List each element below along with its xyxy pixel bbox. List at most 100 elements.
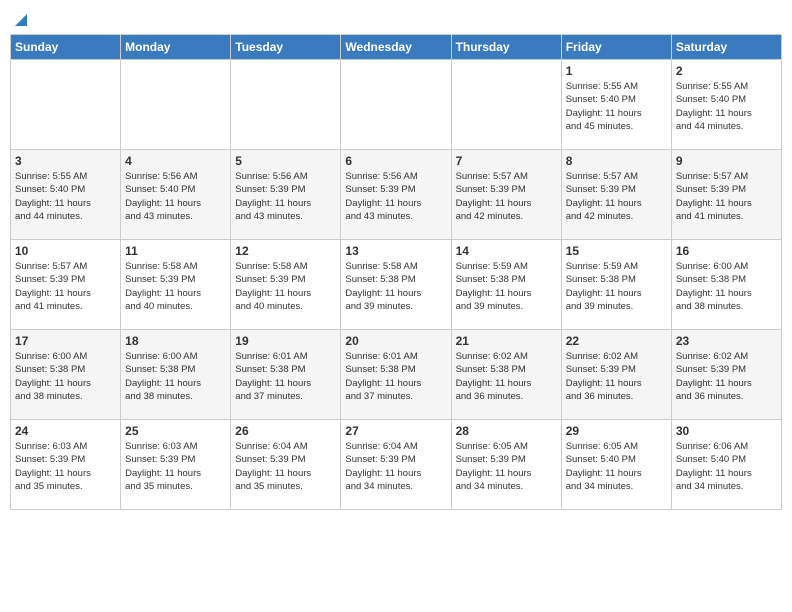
day-number: 21 bbox=[456, 334, 557, 348]
calendar-cell: 2 Sunrise: 5:55 AM Sunset: 5:40 PM Daylig… bbox=[671, 60, 781, 150]
calendar-cell: 10 Sunrise: 5:57 AM Sunset: 5:39 PM Dayli… bbox=[11, 240, 121, 330]
day-number: 20 bbox=[345, 334, 446, 348]
day-number: 25 bbox=[125, 424, 226, 438]
day-number: 18 bbox=[125, 334, 226, 348]
calendar-cell: 26 Sunrise: 6:04 AM Sunset: 5:39 PM Dayli… bbox=[231, 420, 341, 510]
day-number: 16 bbox=[676, 244, 777, 258]
calendar-table: SundayMondayTuesdayWednesdayThursdayFrid… bbox=[10, 34, 782, 510]
weekday-header-monday: Monday bbox=[121, 35, 231, 60]
day-number: 1 bbox=[566, 64, 667, 78]
day-number: 9 bbox=[676, 154, 777, 168]
day-number: 22 bbox=[566, 334, 667, 348]
day-number: 27 bbox=[345, 424, 446, 438]
day-info: Sunrise: 5:56 AM Sunset: 5:40 PM Dayligh… bbox=[125, 170, 226, 223]
day-number: 26 bbox=[235, 424, 336, 438]
calendar-cell bbox=[341, 60, 451, 150]
day-number: 10 bbox=[15, 244, 116, 258]
calendar-cell: 25 Sunrise: 6:03 AM Sunset: 5:39 PM Dayli… bbox=[121, 420, 231, 510]
day-number: 13 bbox=[345, 244, 446, 258]
day-info: Sunrise: 5:55 AM Sunset: 5:40 PM Dayligh… bbox=[566, 80, 667, 133]
page-header bbox=[10, 10, 782, 28]
calendar-week-row: 17 Sunrise: 6:00 AM Sunset: 5:38 PM Dayli… bbox=[11, 330, 782, 420]
calendar-cell: 24Sunrise: 6:03 AM Sunset: 5:39 PM Dayli… bbox=[11, 420, 121, 510]
day-number: 17 bbox=[15, 334, 116, 348]
calendar-cell: 28Sunrise: 6:05 AM Sunset: 5:39 PM Dayli… bbox=[451, 420, 561, 510]
day-info: Sunrise: 5:58 AM Sunset: 5:38 PM Dayligh… bbox=[345, 260, 446, 313]
day-number: 11 bbox=[125, 244, 226, 258]
calendar-cell: 3 Sunrise: 5:55 AM Sunset: 5:40 PM Daylig… bbox=[11, 150, 121, 240]
day-info: Sunrise: 6:03 AM Sunset: 5:39 PM Dayligh… bbox=[125, 440, 226, 493]
day-info: Sunrise: 5:59 AM Sunset: 5:38 PM Dayligh… bbox=[566, 260, 667, 313]
calendar-cell: 6 Sunrise: 5:56 AM Sunset: 5:39 PM Daylig… bbox=[341, 150, 451, 240]
day-info: Sunrise: 5:55 AM Sunset: 5:40 PM Dayligh… bbox=[15, 170, 116, 223]
day-info: Sunrise: 5:59 AM Sunset: 5:38 PM Dayligh… bbox=[456, 260, 557, 313]
day-info: Sunrise: 6:00 AM Sunset: 5:38 PM Dayligh… bbox=[15, 350, 116, 403]
day-number: 29 bbox=[566, 424, 667, 438]
day-number: 5 bbox=[235, 154, 336, 168]
day-info: Sunrise: 6:02 AM Sunset: 5:39 PM Dayligh… bbox=[566, 350, 667, 403]
calendar-cell: 13 Sunrise: 5:58 AM Sunset: 5:38 PM Dayli… bbox=[341, 240, 451, 330]
calendar-cell bbox=[231, 60, 341, 150]
day-info: Sunrise: 6:03 AM Sunset: 5:39 PM Dayligh… bbox=[15, 440, 116, 493]
weekday-header-saturday: Saturday bbox=[671, 35, 781, 60]
day-number: 4 bbox=[125, 154, 226, 168]
calendar-cell: 21Sunrise: 6:02 AM Sunset: 5:38 PM Dayli… bbox=[451, 330, 561, 420]
day-number: 15 bbox=[566, 244, 667, 258]
calendar-cell: 1 Sunrise: 5:55 AM Sunset: 5:40 PM Daylig… bbox=[561, 60, 671, 150]
calendar-cell: 19 Sunrise: 6:01 AM Sunset: 5:38 PM Dayli… bbox=[231, 330, 341, 420]
day-number: 28 bbox=[456, 424, 557, 438]
day-info: Sunrise: 5:55 AM Sunset: 5:40 PM Dayligh… bbox=[676, 80, 777, 133]
calendar-cell: 14 Sunrise: 5:59 AM Sunset: 5:38 PM Dayli… bbox=[451, 240, 561, 330]
day-number: 7 bbox=[456, 154, 557, 168]
calendar-cell: 20 Sunrise: 6:01 AM Sunset: 5:38 PM Dayli… bbox=[341, 330, 451, 420]
day-info: Sunrise: 6:06 AM Sunset: 5:40 PM Dayligh… bbox=[676, 440, 777, 493]
calendar-cell: 27 Sunrise: 6:04 AM Sunset: 5:39 PM Dayli… bbox=[341, 420, 451, 510]
day-info: Sunrise: 6:04 AM Sunset: 5:39 PM Dayligh… bbox=[235, 440, 336, 493]
day-number: 14 bbox=[456, 244, 557, 258]
day-number: 8 bbox=[566, 154, 667, 168]
calendar-cell: 9 Sunrise: 5:57 AM Sunset: 5:39 PM Daylig… bbox=[671, 150, 781, 240]
calendar-cell: 4 Sunrise: 5:56 AM Sunset: 5:40 PM Daylig… bbox=[121, 150, 231, 240]
calendar-header-row: SundayMondayTuesdayWednesdayThursdayFrid… bbox=[11, 35, 782, 60]
logo bbox=[10, 16, 27, 28]
day-number: 2 bbox=[676, 64, 777, 78]
weekday-header-tuesday: Tuesday bbox=[231, 35, 341, 60]
day-info: Sunrise: 5:57 AM Sunset: 5:39 PM Dayligh… bbox=[676, 170, 777, 223]
day-info: Sunrise: 5:57 AM Sunset: 5:39 PM Dayligh… bbox=[15, 260, 116, 313]
day-info: Sunrise: 5:58 AM Sunset: 5:39 PM Dayligh… bbox=[125, 260, 226, 313]
weekday-header-wednesday: Wednesday bbox=[341, 35, 451, 60]
day-info: Sunrise: 6:02 AM Sunset: 5:39 PM Dayligh… bbox=[676, 350, 777, 403]
day-info: Sunrise: 6:01 AM Sunset: 5:38 PM Dayligh… bbox=[235, 350, 336, 403]
day-info: Sunrise: 5:57 AM Sunset: 5:39 PM Dayligh… bbox=[566, 170, 667, 223]
day-number: 30 bbox=[676, 424, 777, 438]
day-info: Sunrise: 6:01 AM Sunset: 5:38 PM Dayligh… bbox=[345, 350, 446, 403]
calendar-cell: 5Sunrise: 5:56 AM Sunset: 5:39 PM Daylig… bbox=[231, 150, 341, 240]
day-info: Sunrise: 6:04 AM Sunset: 5:39 PM Dayligh… bbox=[345, 440, 446, 493]
calendar-cell: 29 Sunrise: 6:05 AM Sunset: 5:40 PM Dayli… bbox=[561, 420, 671, 510]
weekday-header-sunday: Sunday bbox=[11, 35, 121, 60]
calendar-cell: 23 Sunrise: 6:02 AM Sunset: 5:39 PM Dayli… bbox=[671, 330, 781, 420]
calendar-cell bbox=[451, 60, 561, 150]
day-info: Sunrise: 5:58 AM Sunset: 5:39 PM Dayligh… bbox=[235, 260, 336, 313]
day-info: Sunrise: 6:00 AM Sunset: 5:38 PM Dayligh… bbox=[125, 350, 226, 403]
day-number: 12 bbox=[235, 244, 336, 258]
weekday-header-thursday: Thursday bbox=[451, 35, 561, 60]
day-info: Sunrise: 5:56 AM Sunset: 5:39 PM Dayligh… bbox=[345, 170, 446, 223]
calendar-cell bbox=[11, 60, 121, 150]
day-number: 3 bbox=[15, 154, 116, 168]
calendar-cell: 17 Sunrise: 6:00 AM Sunset: 5:38 PM Dayli… bbox=[11, 330, 121, 420]
calendar-cell: 22 Sunrise: 6:02 AM Sunset: 5:39 PM Dayli… bbox=[561, 330, 671, 420]
calendar-week-row: 10 Sunrise: 5:57 AM Sunset: 5:39 PM Dayli… bbox=[11, 240, 782, 330]
day-info: Sunrise: 5:57 AM Sunset: 5:39 PM Dayligh… bbox=[456, 170, 557, 223]
calendar-cell: 11 Sunrise: 5:58 AM Sunset: 5:39 PM Dayli… bbox=[121, 240, 231, 330]
day-info: Sunrise: 6:05 AM Sunset: 5:40 PM Dayligh… bbox=[566, 440, 667, 493]
calendar-week-row: 3 Sunrise: 5:55 AM Sunset: 5:40 PM Daylig… bbox=[11, 150, 782, 240]
calendar-cell: 18 Sunrise: 6:00 AM Sunset: 5:38 PM Dayli… bbox=[121, 330, 231, 420]
day-number: 6 bbox=[345, 154, 446, 168]
calendar-cell: 7 Sunrise: 5:57 AM Sunset: 5:39 PM Daylig… bbox=[451, 150, 561, 240]
logo-triangle-icon bbox=[11, 12, 27, 28]
day-number: 19 bbox=[235, 334, 336, 348]
day-info: Sunrise: 6:00 AM Sunset: 5:38 PM Dayligh… bbox=[676, 260, 777, 313]
calendar-week-row: 1 Sunrise: 5:55 AM Sunset: 5:40 PM Daylig… bbox=[11, 60, 782, 150]
day-number: 23 bbox=[676, 334, 777, 348]
